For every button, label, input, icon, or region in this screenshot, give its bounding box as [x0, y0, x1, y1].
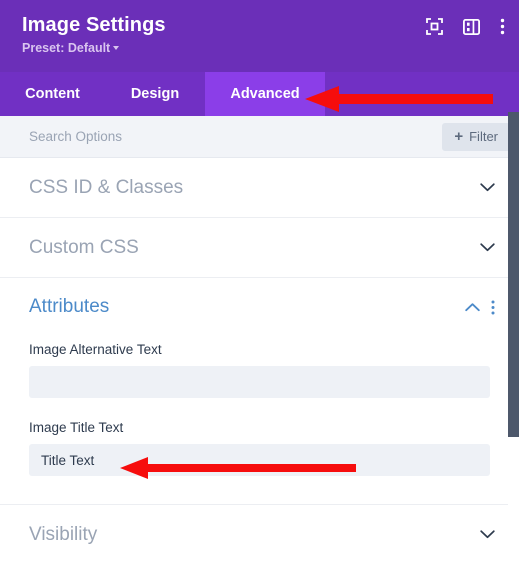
section-more-options-icon[interactable]: [491, 300, 495, 315]
chevron-down-icon[interactable]: [480, 183, 495, 192]
chevron-down-icon: [113, 46, 120, 50]
field-image-alternative-text: Image Alternative Text: [0, 336, 519, 398]
chevron-down-icon[interactable]: [480, 530, 495, 539]
section-actions: [480, 530, 495, 539]
filter-button-label: Filter: [469, 129, 498, 144]
section-attributes[interactable]: Attributes: [0, 278, 519, 336]
settings-tabs: Content Design Advanced: [0, 72, 519, 116]
section-title: CSS ID & Classes: [29, 176, 184, 198]
section-visibility[interactable]: Visibility: [0, 504, 519, 564]
section-title: Visibility: [29, 523, 98, 545]
section-actions: [480, 183, 495, 192]
layout-panel-icon[interactable]: [462, 18, 480, 35]
tab-design[interactable]: Design: [105, 72, 205, 116]
more-options-icon[interactable]: [500, 18, 505, 35]
section-css-id-classes[interactable]: CSS ID & Classes: [0, 158, 519, 218]
section-actions: [480, 243, 495, 252]
image-alternative-text-input[interactable]: [29, 366, 490, 398]
chevron-up-icon[interactable]: [465, 302, 480, 312]
section-title: Attributes: [29, 296, 110, 317]
section-actions: [465, 300, 495, 315]
field-label: Image Alternative Text: [29, 342, 162, 357]
section-custom-css[interactable]: Custom CSS: [0, 218, 519, 278]
plus-icon: +: [454, 128, 464, 145]
field-label: Image Title Text: [29, 420, 124, 435]
preset-label: Preset: Default: [22, 41, 111, 55]
chevron-down-icon[interactable]: [480, 243, 495, 252]
panel-header: Image Settings Preset: Default: [0, 0, 519, 72]
header-icon-group: [426, 18, 505, 35]
filter-button[interactable]: + Filter: [442, 122, 510, 151]
focus-icon[interactable]: [426, 18, 443, 35]
tabs-filler: [325, 72, 519, 116]
image-title-text-input[interactable]: [29, 444, 490, 476]
preset-selector[interactable]: Preset: Default: [22, 41, 120, 55]
field-image-title-text: Image Title Text: [0, 398, 519, 504]
scrollbar-thumb[interactable]: [508, 112, 519, 437]
tab-advanced[interactable]: Advanced: [205, 72, 325, 116]
search-options-bar: + Filter: [0, 116, 519, 158]
search-input[interactable]: [29, 129, 443, 144]
tab-content[interactable]: Content: [0, 72, 105, 116]
settings-body: CSS ID & Classes Custom CSS Attributes I…: [0, 158, 519, 564]
section-title: Custom CSS: [29, 236, 139, 258]
